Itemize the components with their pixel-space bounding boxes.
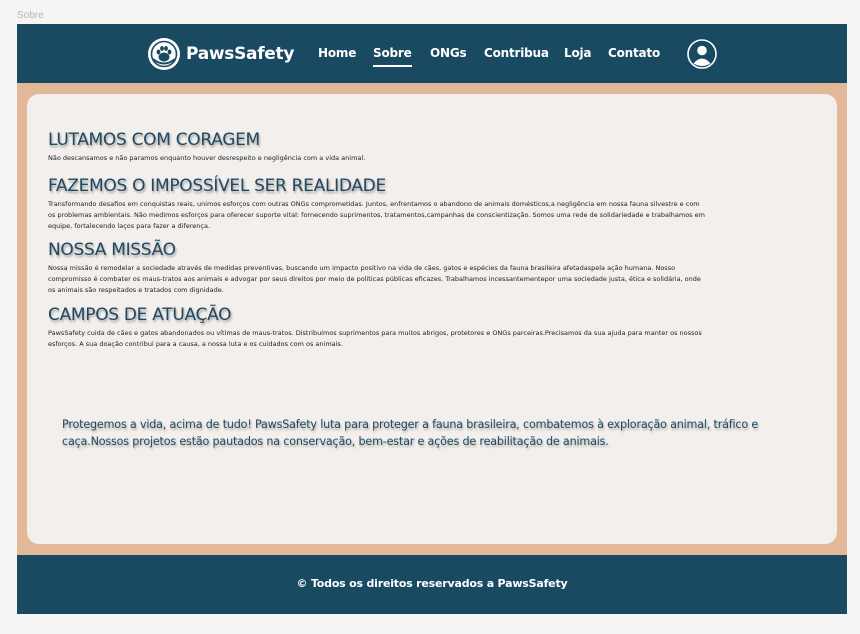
nav-sobre[interactable]: Sobre xyxy=(373,46,412,67)
nav-loja[interactable]: Loja xyxy=(564,46,592,60)
section-body: PawsSafety cuida de cães e gatos abandon… xyxy=(48,329,702,348)
section-atuacao: CAMPOS DE ATUAÇÃO PawsSafety cuida de cã… xyxy=(48,305,708,350)
section-body: Nossa missão é remodelar a sociedade atr… xyxy=(48,264,701,294)
logo[interactable]: PawsSafety xyxy=(147,37,294,71)
user-avatar-icon[interactable] xyxy=(687,39,717,69)
section-missao: NOSSA MISSÃO Nossa missão é remodelar a … xyxy=(48,240,708,296)
section-impossivel: FAZEMOS O IMPOSSÍVEL SER REALIDADE Trans… xyxy=(48,176,708,232)
section-body: Transformando desafios em conquistas rea… xyxy=(48,200,705,230)
section-title: FAZEMOS O IMPOSSÍVEL SER REALIDADE xyxy=(48,176,386,196)
logo-text: PawsSafety xyxy=(186,44,295,64)
section-title: LUTAMOS COM CORAGEM xyxy=(48,130,260,150)
section-body: Não descansamos e não paramos enquanto h… xyxy=(48,154,366,162)
section-coragem: LUTAMOS COM CORAGEM Não descansamos e nã… xyxy=(48,130,708,164)
site-footer: © Todos os direitos reservados a PawsSaf… xyxy=(17,555,847,614)
nav-contribua[interactable]: Contribua xyxy=(484,46,549,60)
frame-label: Sobre xyxy=(17,10,44,21)
copyright-text: © Todos os direitos reservados a PawsSaf… xyxy=(296,577,568,590)
highlight-statement: Protegemos a vida, acima de tudo! PawsSa… xyxy=(62,418,759,448)
paw-logo-icon xyxy=(148,38,180,70)
nav-ongs[interactable]: ONGs xyxy=(430,46,467,60)
section-title: CAMPOS DE ATUAÇÃO xyxy=(48,305,232,325)
page-frame: PawsSafety Home Sobre ONGs Contribua Loj… xyxy=(17,24,847,614)
nav-contato[interactable]: Contato xyxy=(608,46,660,60)
about-card: LUTAMOS COM CORAGEM Não descansamos e nã… xyxy=(27,94,837,544)
section-title: NOSSA MISSÃO xyxy=(48,240,176,260)
nav-home[interactable]: Home xyxy=(318,46,356,60)
site-header: PawsSafety Home Sobre ONGs Contribua Loj… xyxy=(17,24,847,83)
